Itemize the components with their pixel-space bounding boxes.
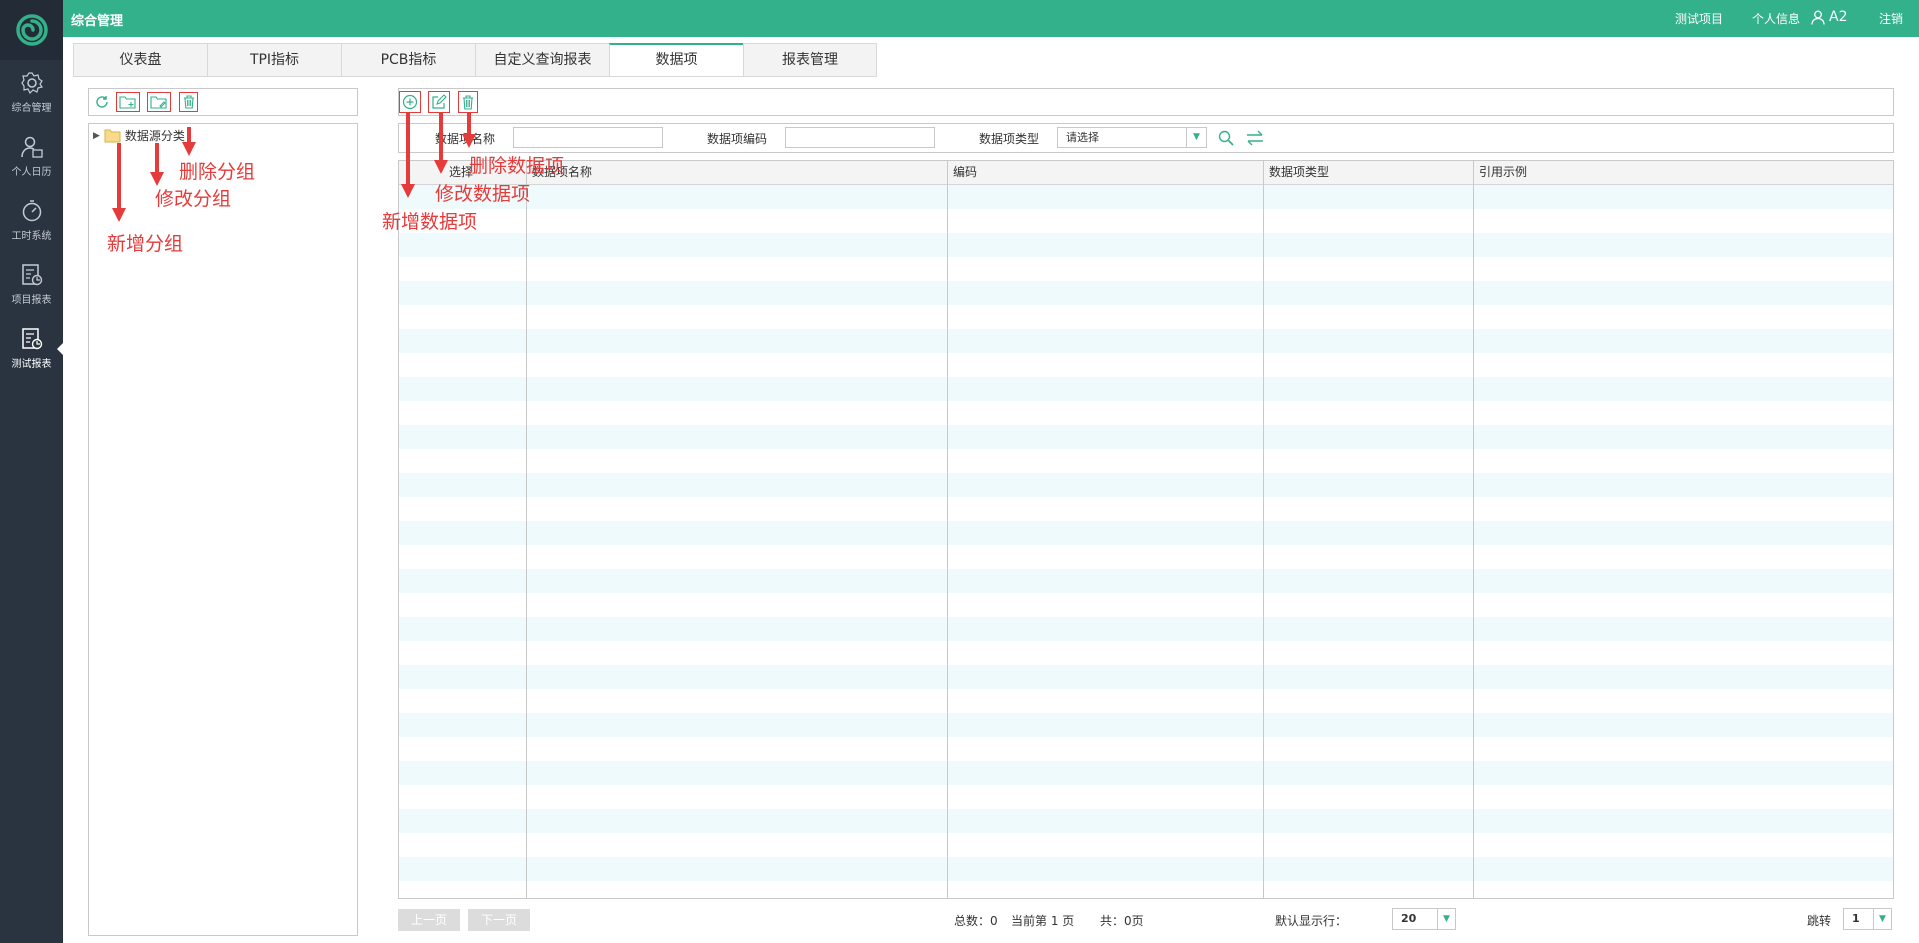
data-item-table: 选择 数据项名称 编码 数据项类型 引用示例 <box>398 160 1894 899</box>
type-filter-label: 数据项类型 <box>979 132 1040 146</box>
refresh-button[interactable] <box>90 92 114 112</box>
chevron-down-icon: ▼ <box>1186 128 1206 147</box>
sidebar-item-label: 个人日历 <box>11 166 52 178</box>
type-filter-value: 请选择 <box>1066 131 1099 144</box>
sidebar-item-label: 测试报表 <box>11 358 52 370</box>
column-divider <box>1263 161 1264 898</box>
sidebar-item-project-report[interactable]: 项目报表 <box>0 252 63 316</box>
refresh-icon <box>96 96 108 108</box>
app-logo <box>0 0 63 60</box>
sidebar-item-label: 项目报表 <box>11 294 52 306</box>
code-filter-label: 数据项编码 <box>707 132 768 146</box>
page-size-label: 默认显示行： <box>1275 914 1348 928</box>
add-item-button[interactable] <box>399 91 421 113</box>
edit-group-button[interactable] <box>147 92 171 112</box>
sidebar-item-test-report[interactable]: 测试报表 <box>0 316 64 380</box>
gear-icon <box>20 71 43 94</box>
name-filter-input[interactable] <box>513 127 663 148</box>
sidebar-item-calendar[interactable]: 个人日历 <box>0 124 63 188</box>
sidebar-item-label: 综合管理 <box>11 102 52 114</box>
column-header-code[interactable]: 编码 <box>947 161 977 185</box>
edit-item-button[interactable] <box>428 91 450 113</box>
tree-toolbar <box>88 88 358 116</box>
tab-tpi[interactable]: TPI指标 <box>207 43 341 77</box>
plus-circle-icon <box>402 94 418 110</box>
logout-link[interactable]: 注销 <box>1879 10 1903 27</box>
annotation-delete-item: 删除数据项 <box>469 155 565 177</box>
active-pointer <box>57 342 64 356</box>
jump-label: 跳转 <box>1807 914 1832 928</box>
table-header: 选择 数据项名称 编码 数据项类型 引用示例 <box>399 161 1893 185</box>
page-size-select[interactable]: 20 ▼ <box>1392 908 1456 930</box>
expand-arrow-icon[interactable]: ▶ <box>93 131 100 141</box>
edit-icon <box>432 94 447 109</box>
search-icon[interactable] <box>1218 130 1234 146</box>
report-chart-icon <box>21 263 42 285</box>
report-chart-icon <box>21 327 42 349</box>
delete-group-button[interactable] <box>179 92 198 112</box>
tab-dashboard[interactable]: 仪表盘 <box>73 43 207 77</box>
code-filter-input[interactable] <box>785 127 935 148</box>
tree-node-label: 数据源分类 <box>124 129 185 143</box>
page-size-value: 20 <box>1401 912 1417 925</box>
page-count: 共：0页 <box>1100 914 1144 928</box>
add-group-button[interactable] <box>116 92 140 112</box>
profile-link[interactable]: 个人信息 <box>1752 10 1800 27</box>
next-page-button[interactable]: 下一页 <box>468 909 530 931</box>
column-header-example[interactable]: 引用示例 <box>1473 161 1527 185</box>
annotation-edit-item: 修改数据项 <box>435 183 531 205</box>
column-divider <box>526 161 527 898</box>
person-calendar-icon <box>20 136 43 158</box>
item-toolbar <box>398 88 1894 116</box>
folder-edit-icon <box>150 96 167 109</box>
tab-pcb[interactable]: PCB指标 <box>341 43 475 77</box>
jump-page-value: 1 <box>1852 912 1860 925</box>
column-divider <box>947 161 948 898</box>
top-bar: 综合管理 测试项目 个人信息 A2 注销 <box>63 0 1919 37</box>
delete-item-button[interactable] <box>458 91 478 113</box>
tab-bar: 仪表盘 TPI指标 PCB指标 自定义查询报表 数据项 报表管理 <box>73 43 877 77</box>
annotation-delete-group: 删除分组 <box>179 161 256 183</box>
page-title: 综合管理 <box>71 14 124 29</box>
tab-custom-query[interactable]: 自定义查询报表 <box>475 43 609 77</box>
reset-swap-icon[interactable] <box>1246 130 1264 146</box>
annotation-edit-group: 修改分组 <box>155 188 232 210</box>
sidebar-item-timesheet[interactable]: 工时系统 <box>0 188 63 252</box>
tree-node-root[interactable]: ▶ 数据源分类 <box>93 127 185 144</box>
column-header-type[interactable]: 数据项类型 <box>1263 161 1329 185</box>
annotation-add-group: 新增分组 <box>107 233 184 255</box>
tab-report-management[interactable]: 报表管理 <box>743 43 877 77</box>
chevron-down-icon: ▼ <box>1873 909 1891 929</box>
type-filter-select[interactable]: 请选择 ▼ <box>1057 127 1207 148</box>
total-count: 总数：0 <box>954 914 998 928</box>
trash-icon <box>463 94 473 110</box>
tab-data-items[interactable]: 数据项 <box>609 43 743 77</box>
stopwatch-icon <box>22 199 41 221</box>
current-project-link[interactable]: 测试项目 <box>1675 10 1723 27</box>
prev-page-button[interactable]: 上一页 <box>398 909 460 931</box>
trash-icon <box>183 95 194 109</box>
folder-icon <box>104 129 121 142</box>
user-icon <box>1811 10 1825 25</box>
sidebar-item-general[interactable]: 综合管理 <box>0 60 63 124</box>
left-navigation: 综合管理 个人日历 工时系统 项目报表 测试报表 <box>0 0 64 943</box>
sidebar-item-label: 工时系统 <box>11 230 52 242</box>
annotation-add-item: 新增数据项 <box>382 211 478 233</box>
folder-add-icon <box>119 96 136 109</box>
column-divider <box>1473 161 1474 898</box>
user-name[interactable]: A2 <box>1829 9 1847 25</box>
swirl-logo-icon <box>15 14 48 46</box>
chevron-down-icon: ▼ <box>1437 909 1455 929</box>
jump-page-select[interactable]: 1 ▼ <box>1843 908 1892 930</box>
current-page: 当前第 1 页 <box>1011 914 1075 928</box>
